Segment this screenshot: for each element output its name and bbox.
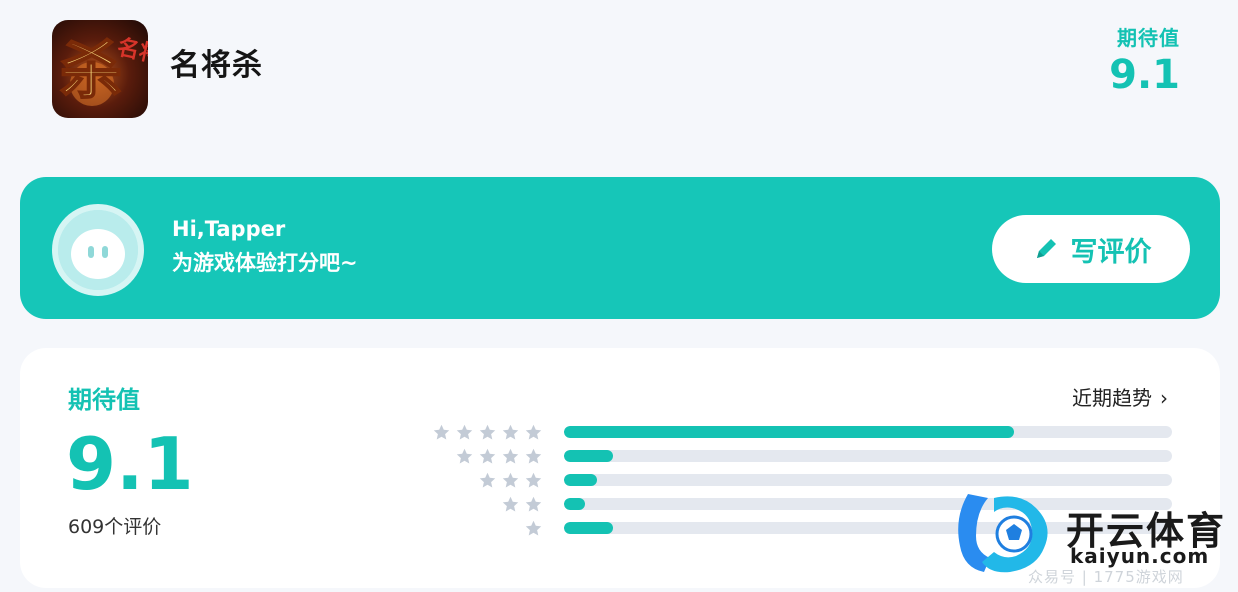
star-group bbox=[456, 445, 542, 467]
game-logo-icon[interactable]: 杀 名将 bbox=[52, 20, 148, 118]
game-header: 杀 名将 名将杀 期待值 9.1 bbox=[0, 0, 1238, 140]
watermark-domain: kaiyun.com bbox=[1070, 544, 1210, 568]
recent-trend-link[interactable]: 近期趋势 › bbox=[1072, 382, 1168, 411]
star-icon bbox=[433, 424, 450, 439]
distribution-bar-track bbox=[564, 450, 1172, 462]
star-icon bbox=[456, 424, 473, 439]
distribution-bar-fill bbox=[564, 426, 1014, 438]
star-group bbox=[525, 517, 542, 539]
expectation-summary: 期待值 9.1 bbox=[1109, 22, 1180, 97]
chevron-right-icon: › bbox=[1160, 386, 1168, 410]
distribution-bar-fill bbox=[564, 498, 586, 510]
watermark-credit: 众易号 | 1775游戏网 bbox=[1028, 568, 1184, 586]
distribution-bar-track bbox=[564, 426, 1172, 438]
svg-text:杀: 杀 bbox=[60, 34, 122, 107]
distribution-bar-fill bbox=[564, 474, 598, 486]
pencil-icon bbox=[1036, 239, 1056, 258]
distribution-bar-fill bbox=[564, 522, 613, 534]
star-icon bbox=[502, 448, 519, 463]
star-icon bbox=[525, 424, 542, 439]
star-icon bbox=[502, 424, 519, 439]
star-group bbox=[502, 493, 542, 515]
star-icon bbox=[502, 496, 519, 511]
star-icon bbox=[502, 472, 519, 487]
game-title: 名将杀 bbox=[170, 48, 263, 83]
distribution-bar-fill bbox=[564, 450, 613, 462]
star-icon bbox=[525, 472, 542, 487]
star-icon bbox=[479, 424, 496, 439]
star-icon bbox=[479, 472, 496, 487]
expectation-label: 期待值 bbox=[1117, 26, 1180, 50]
star-group bbox=[479, 469, 542, 491]
star-icon bbox=[525, 496, 542, 511]
watermark: 开云体育 kaiyun.com 众易号 | 1775游戏网 bbox=[940, 480, 1238, 592]
brand-logo-icon bbox=[958, 494, 1048, 573]
greeting-title: Hi,Tapper bbox=[172, 217, 286, 241]
write-review-button[interactable]: 写评价 bbox=[992, 215, 1190, 283]
star-icon bbox=[525, 520, 542, 535]
distribution-row-4-star bbox=[20, 445, 1220, 467]
review-prompt-banner: Hi,Tapper 为游戏体验打分吧~ 写评价 bbox=[20, 177, 1220, 319]
expectation-value: 9.1 bbox=[1109, 52, 1180, 98]
star-group bbox=[433, 421, 542, 443]
star-icon bbox=[525, 448, 542, 463]
rating-label: 期待值 bbox=[68, 386, 140, 414]
greeting-subtitle: 为游戏体验打分吧~ bbox=[172, 251, 358, 275]
star-icon bbox=[479, 448, 496, 463]
distribution-row-5-star bbox=[20, 421, 1220, 443]
star-icon bbox=[456, 448, 473, 463]
recent-trend-label: 近期趋势 bbox=[1072, 386, 1152, 410]
write-review-label: 写评价 bbox=[1070, 236, 1152, 267]
robot-avatar-icon[interactable] bbox=[52, 204, 144, 296]
